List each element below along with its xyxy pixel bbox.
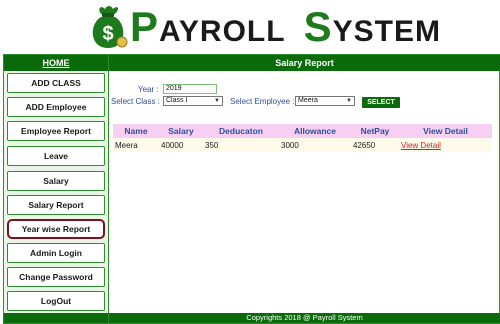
- sidebar-item-leave[interactable]: Leave: [7, 146, 105, 166]
- class-label: Select Class :: [111, 97, 160, 106]
- employee-label: Select Employee :: [230, 97, 295, 106]
- chevron-down-icon: ▼: [346, 98, 352, 104]
- sidebar-item-add-employee[interactable]: ADD Employee: [7, 97, 105, 117]
- cell-name: Meera: [113, 138, 159, 152]
- table-row: Meera 40000 350 3000 42650 View Detail: [113, 138, 492, 152]
- select-button[interactable]: SELECT: [362, 97, 400, 108]
- year-label: Year :: [138, 85, 159, 94]
- column-header-view-detail: View Detail: [399, 124, 492, 138]
- chevron-down-icon: ▼: [214, 98, 220, 104]
- class-select-value: Class I: [166, 97, 188, 104]
- employee-select[interactable]: Meera ▼: [295, 96, 355, 106]
- sidebar-item-employee-report[interactable]: Employee Report: [7, 121, 105, 141]
- money-bag-icon: $: [92, 6, 128, 48]
- class-select[interactable]: Class I ▼: [163, 96, 223, 106]
- sidebar-item-logout[interactable]: LogOut: [7, 291, 105, 311]
- brand-word-ystem: YSTEM: [332, 15, 441, 48]
- column-header-netpay: NetPay: [351, 124, 399, 138]
- cell-deduction: 350: [203, 138, 279, 152]
- main-panel: Salary Report Year : 2019 Select Class :…: [108, 55, 500, 323]
- svg-text:$: $: [102, 23, 113, 45]
- employee-select-value: Meera: [298, 97, 318, 104]
- brand-word-ayroll: AYROLL: [159, 15, 286, 48]
- footer-left-bar: [4, 313, 108, 323]
- brand-letter-p: P: [130, 3, 160, 50]
- app-header: $ PAYROLL SYSTEM: [0, 0, 500, 54]
- sidebar-item-add-class[interactable]: ADD CLASS: [7, 73, 105, 93]
- column-header-salary: Salary: [159, 124, 203, 138]
- footer: Copyrights 2018 @ Payroll System: [109, 313, 500, 323]
- salary-report-table: Name Salary Deducaton Allowance NetPay V…: [113, 124, 492, 152]
- column-header-name: Name: [113, 124, 159, 138]
- sidebar: HOME ADD CLASS ADD Employee Employee Rep…: [4, 55, 108, 323]
- page-title: Salary Report: [109, 55, 500, 71]
- app-title: PAYROLL SYSTEM: [130, 4, 441, 55]
- page-layout: HOME ADD CLASS ADD Employee Employee Rep…: [3, 54, 500, 324]
- column-header-allowance: Allowance: [279, 124, 351, 138]
- sidebar-item-home[interactable]: HOME: [4, 55, 108, 71]
- cell-allowance: 3000: [279, 138, 351, 152]
- brand-letter-s: S: [303, 3, 333, 50]
- sidebar-item-salary[interactable]: Salary: [7, 171, 105, 191]
- column-header-deduction: Deducaton: [203, 124, 279, 138]
- year-input[interactable]: 2019: [163, 84, 217, 94]
- table-header-row: Name Salary Deducaton Allowance NetPay V…: [113, 124, 492, 138]
- sidebar-item-year-wise-report[interactable]: Year wise Report: [7, 219, 105, 239]
- view-detail-link[interactable]: View Detail: [399, 138, 492, 152]
- sidebar-item-change-password[interactable]: Change Password: [7, 267, 105, 287]
- sidebar-item-admin-login[interactable]: Admin Login: [7, 243, 105, 263]
- sidebar-item-salary-report[interactable]: Salary Report: [7, 195, 105, 215]
- cell-salary: 40000: [159, 138, 203, 152]
- cell-netpay: 42650: [351, 138, 399, 152]
